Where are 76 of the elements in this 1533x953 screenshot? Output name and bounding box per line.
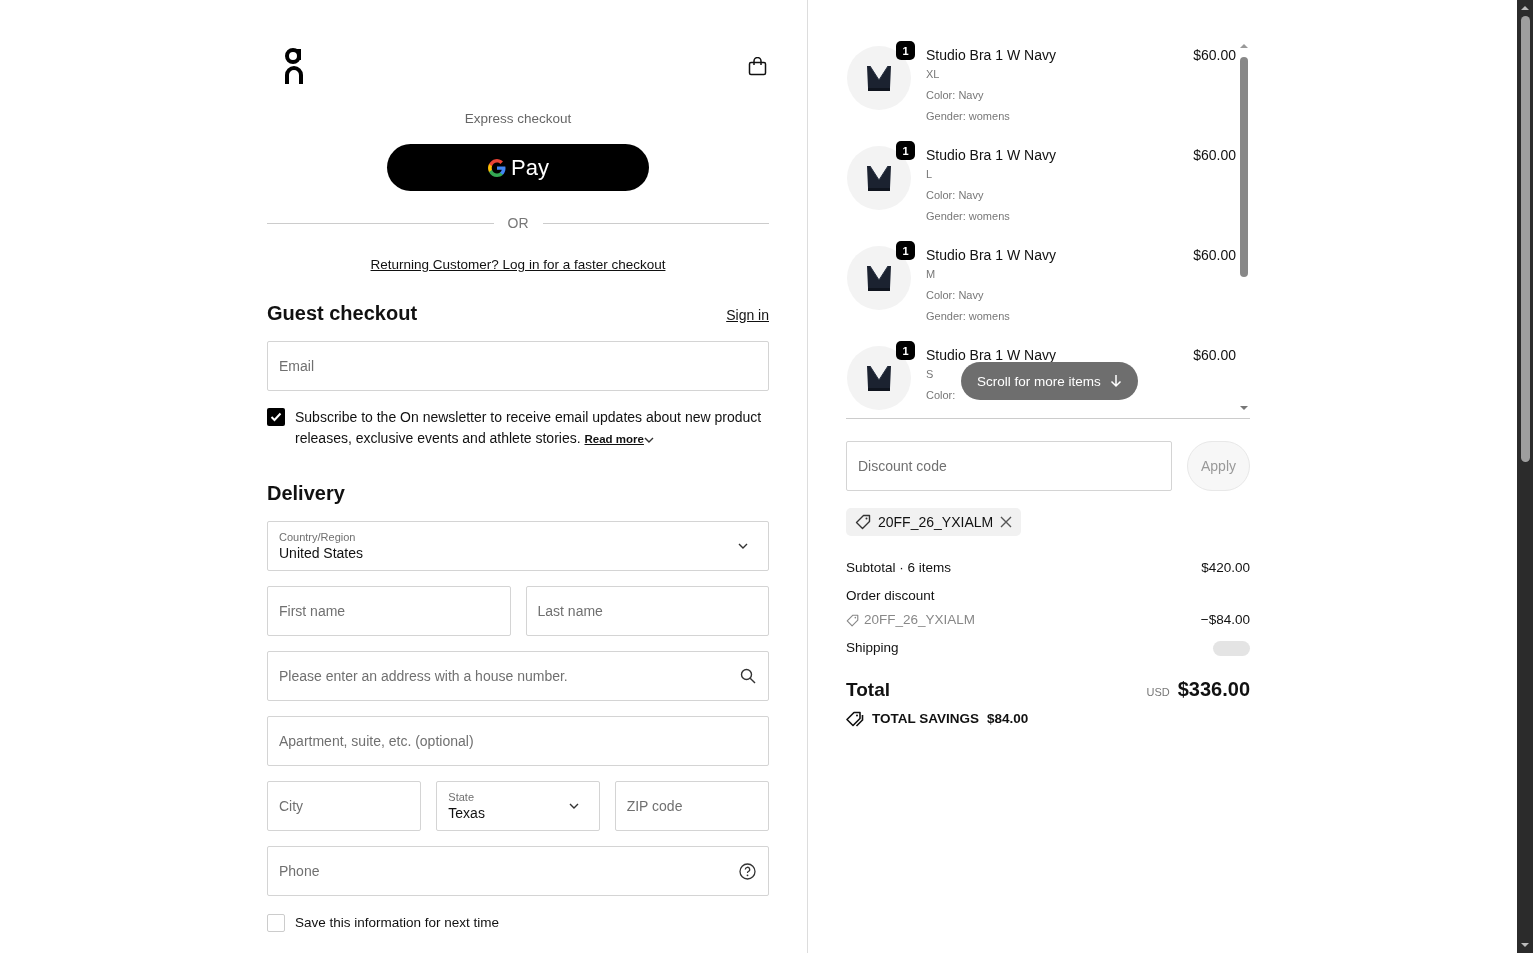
scroll-down-icon[interactable]: [1520, 942, 1530, 949]
read-more-link[interactable]: Read more: [584, 433, 654, 445]
text-field[interactable]: Last name: [525, 586, 769, 636]
tag-icon: [846, 613, 859, 627]
discount-chip: 20FF_26_YXIALM: [846, 508, 1022, 536]
subtotal-label: Subtotal · 6 items: [846, 559, 952, 577]
total-label: Total: [846, 678, 890, 702]
text-field[interactable]: Apartment, suite, etc. (optional): [267, 716, 769, 766]
tag-icon: [855, 514, 871, 530]
product-detail: Color:: [926, 388, 956, 403]
quantity-badge: 1: [896, 241, 915, 260]
product-detail: Color: Navy: [926, 288, 984, 303]
tags-icon: [846, 711, 864, 727]
scroll-down-icon[interactable]: [1238, 404, 1250, 412]
guest-checkout-heading: Guest checkout: [267, 301, 418, 325]
logo-icon[interactable]: [284, 47, 304, 85]
newsletter-text: Subscribe to the On newsletter to receive email updates about new product releases, exclusive events and athlete stories. Read more: [295, 408, 763, 448]
search-icon: [740, 668, 756, 684]
quantity-badge: 1: [896, 341, 915, 360]
product-detail: Gender: womens: [926, 109, 1010, 124]
save-info-label: Save this information for next time: [295, 915, 500, 930]
shopping-bag-icon[interactable]: [748, 56, 767, 76]
currency-label: USD: [1146, 686, 1170, 698]
scroll-hint-button[interactable]: Scroll for more items: [961, 362, 1138, 400]
separator-label: OR: [507, 214, 529, 232]
product-detail: Gender: womens: [926, 209, 1010, 224]
address-field[interactable]: Please enter an address with a house number.: [267, 651, 769, 701]
phone-field[interactable]: Phone: [267, 846, 769, 896]
google-logo-icon: [487, 157, 508, 178]
checkbox[interactable]: [267, 408, 285, 426]
chevron-icon: [738, 543, 748, 549]
loading-placeholder: [1213, 640, 1250, 656]
product-name: Studio Bra 1 W Navy: [926, 346, 1057, 364]
subtotal-value: $420.00: [1201, 559, 1250, 577]
help-icon[interactable]: [739, 863, 756, 880]
sign-in-link[interactable]: Sign in: [726, 307, 769, 323]
quantity-badge: 1: [896, 41, 915, 60]
product-price: $60.00: [1193, 346, 1236, 365]
quantity-badge: 1: [896, 141, 915, 160]
chevron-icon: [568, 803, 579, 809]
product-price: $60.00: [1193, 146, 1236, 165]
arrow-down-icon: [1109, 374, 1122, 388]
product-price: $60.00: [1193, 46, 1236, 65]
product-detail: XL: [926, 67, 940, 82]
select-field[interactable]: State Texas: [436, 781, 600, 831]
shipping-label: Shipping: [846, 639, 899, 657]
product-detail: Gender: womens: [926, 309, 1010, 324]
express-checkout-label: Express checkout: [463, 110, 573, 128]
scroll-up-icon[interactable]: [1520, 4, 1530, 11]
product-detail: Color: Navy: [926, 88, 984, 103]
total-savings-label: TOTAL SAVINGS: [872, 710, 979, 728]
text-field[interactable]: First name: [267, 586, 511, 636]
discount-value: −$84.00: [1200, 611, 1250, 629]
close-icon[interactable]: [1000, 516, 1013, 528]
total-savings-value: $84.00: [987, 710, 1029, 728]
total-value: $336.00: [1177, 678, 1250, 701]
product-name: Studio Bra 1 W Navy: [926, 246, 1057, 264]
select-field[interactable]: Country/Region United States: [267, 521, 769, 571]
text-field[interactable]: ZIP code: [614, 781, 769, 831]
google-pay-button[interactable]: Pay: [387, 144, 649, 191]
product-name: Studio Bra 1 W Navy: [926, 46, 1057, 64]
product-name: Studio Bra 1 W Navy: [926, 146, 1057, 164]
product-detail: M: [926, 267, 936, 282]
discount-code: 20FF_26_YXIALM: [864, 611, 976, 629]
product-price: $60.00: [1193, 246, 1236, 265]
chevron-icon: [643, 437, 654, 443]
delivery-heading: Delivery: [267, 481, 346, 505]
checkbox[interactable]: [267, 914, 285, 932]
email-field[interactable]: Email: [267, 341, 769, 391]
returning-customer-link[interactable]: Returning Customer? Log in for a faster checkout: [370, 257, 666, 272]
order-discount-label: Order discount: [846, 587, 935, 605]
product-detail: S: [926, 367, 934, 382]
discount-code-field[interactable]: Discount code: [846, 441, 1172, 491]
text-field[interactable]: City: [267, 781, 422, 831]
product-detail: L: [926, 167, 933, 182]
product-detail: Color: Navy: [926, 188, 984, 203]
